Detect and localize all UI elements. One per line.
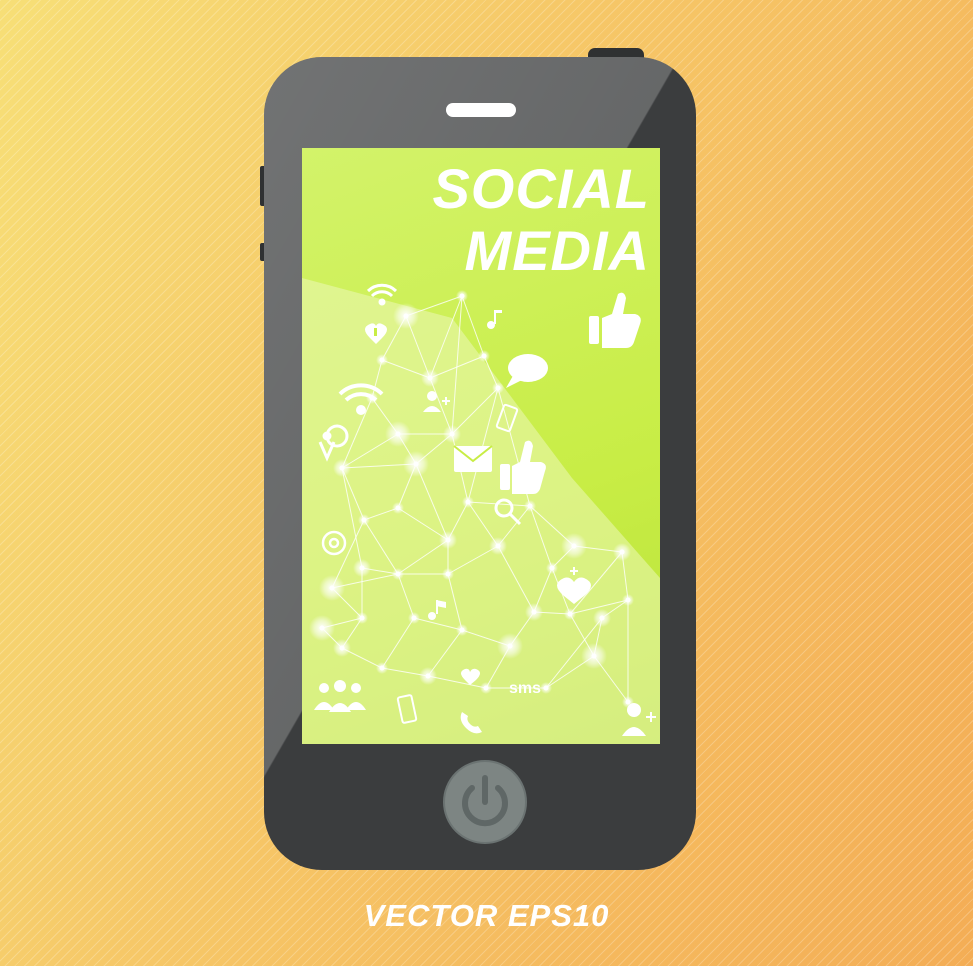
speech-bubble-icon xyxy=(506,354,548,388)
network-node-core xyxy=(319,625,325,631)
network-node-core xyxy=(339,465,345,471)
network-node-core xyxy=(481,353,487,359)
network-node-core xyxy=(543,685,549,691)
power-icon xyxy=(462,775,508,827)
network-node-core xyxy=(591,653,597,659)
network-node-core xyxy=(531,609,537,615)
phone-screen: sms SOCIAL MEDIA xyxy=(302,148,660,744)
title-line-social: SOCIAL xyxy=(432,157,650,220)
network-node-core xyxy=(495,385,501,391)
music-note-icon xyxy=(487,310,502,329)
network-node-core xyxy=(527,503,533,509)
network-node-core xyxy=(425,673,431,679)
network-node-core xyxy=(403,313,409,319)
network-node-core xyxy=(445,537,451,543)
network-node-core xyxy=(625,597,631,603)
network-node-core xyxy=(459,293,465,299)
network-node-core xyxy=(567,611,573,617)
network-node-core xyxy=(379,665,385,671)
network-node-core xyxy=(449,431,455,437)
network-node-core xyxy=(459,627,465,633)
network-node-core xyxy=(339,645,345,651)
network-node-core xyxy=(445,571,451,577)
network-node-core xyxy=(379,357,385,363)
network-node-core xyxy=(619,549,625,555)
title-line-media: MEDIA xyxy=(464,219,650,282)
network-node-core xyxy=(465,499,471,505)
network-node-core xyxy=(483,685,489,691)
network-node-core xyxy=(395,571,401,577)
network-node-core xyxy=(571,543,577,549)
caption-text: VECTOR EPS10 xyxy=(363,898,610,933)
network-node-core xyxy=(599,615,605,621)
network-node-core xyxy=(411,615,417,621)
network-node-core xyxy=(507,643,513,649)
network-node-core xyxy=(359,565,365,571)
network-node-core xyxy=(361,517,367,523)
network-node-core xyxy=(329,585,335,591)
network-node-core xyxy=(495,543,501,549)
network-node-core xyxy=(395,431,401,437)
network-node-core xyxy=(395,505,401,511)
phone-speaker xyxy=(446,103,516,117)
network-node-core xyxy=(625,699,631,705)
home-button[interactable] xyxy=(443,760,527,844)
mail-icon xyxy=(453,445,493,472)
sms-label: sms xyxy=(509,680,541,697)
network-node-core xyxy=(413,461,419,467)
network-node-core xyxy=(427,375,433,381)
thumbs-up-icon xyxy=(589,292,641,348)
network-node-core xyxy=(359,615,365,621)
network-node-core xyxy=(549,565,555,571)
screen-title: SOCIAL MEDIA xyxy=(310,158,650,282)
